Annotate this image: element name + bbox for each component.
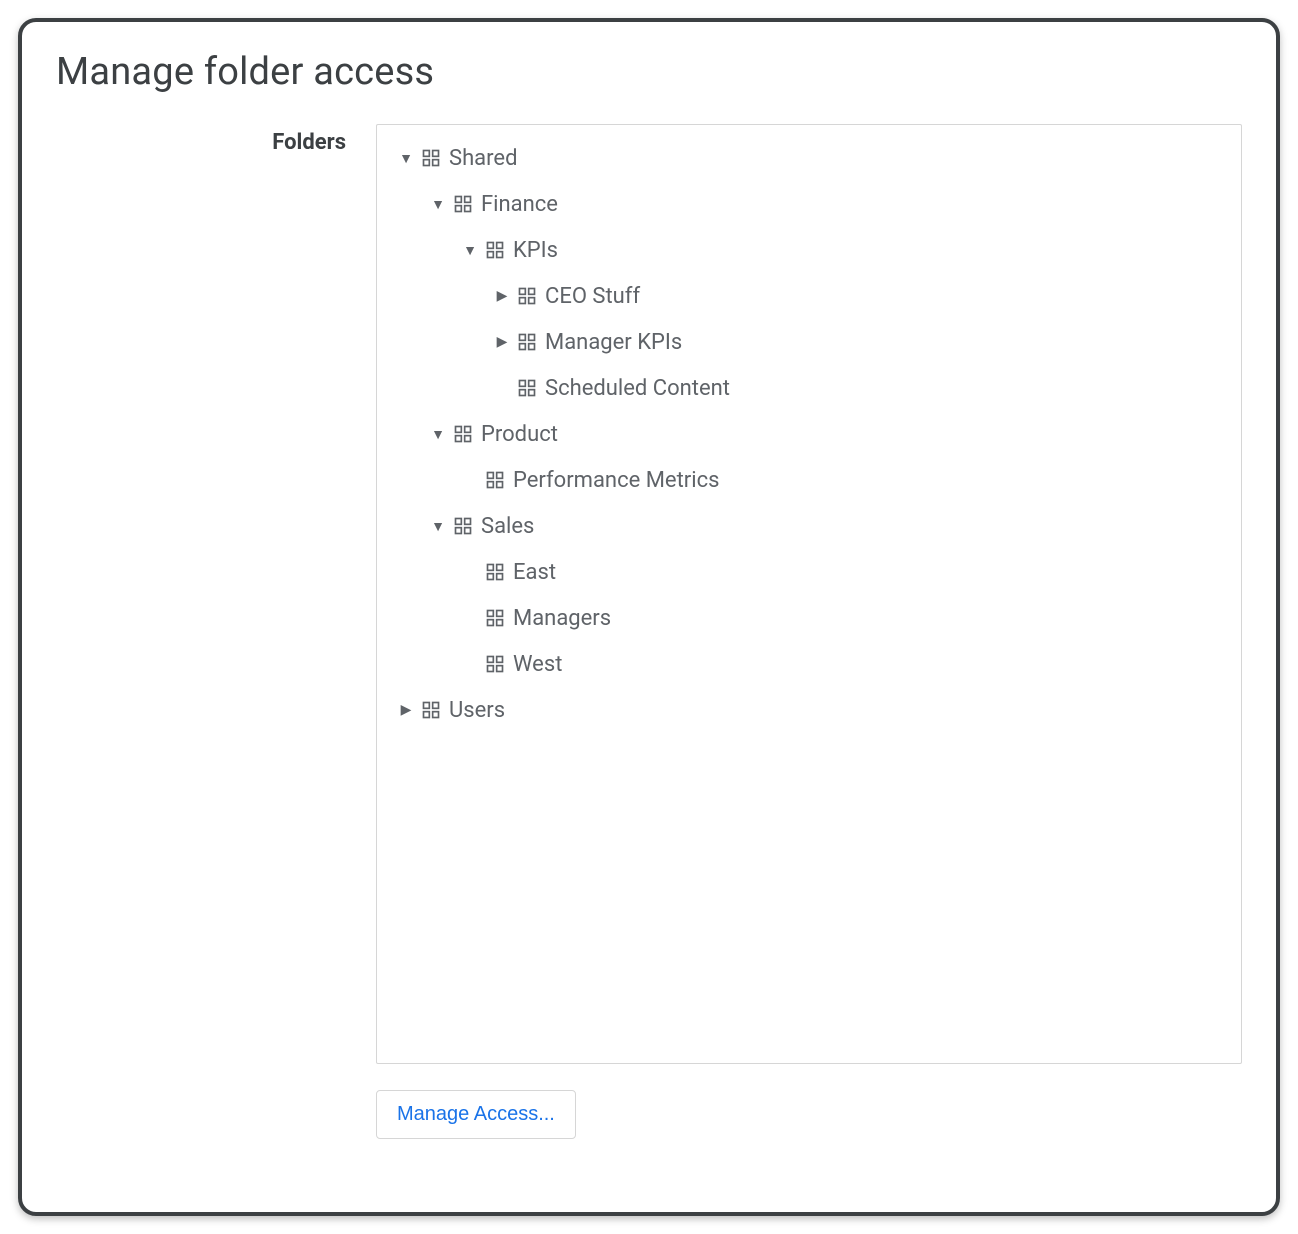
folder-tree[interactable]: ▼ Shared ▼ Finance ▼ KPIs ▶ CEO Stuff ▶ Manager K… (376, 124, 1242, 1064)
tree-node-label: East (513, 560, 556, 585)
tree-node[interactable]: ▶West (391, 641, 1227, 687)
folder-icon (485, 562, 505, 582)
chevron-down-icon[interactable]: ▼ (429, 518, 447, 535)
tree-node[interactable]: ▼ Product (391, 411, 1227, 457)
manage-access-button[interactable]: Manage Access... (376, 1090, 576, 1139)
tree-node[interactable]: ▼ Finance (391, 181, 1227, 227)
folder-icon (485, 608, 505, 628)
content-row: Folders ▼Shared▼Finance▼KPIs▶CEO Stuff▶M… (56, 124, 1242, 1174)
tree-node[interactable]: ▶Managers (391, 595, 1227, 641)
tree-node-label: Sales (481, 514, 534, 539)
tree-node[interactable]: ▶Performance Metrics (391, 457, 1227, 503)
label-column: Folders (56, 124, 376, 155)
page-title: Manage folder access (56, 50, 1242, 94)
tree-node-label: Users (449, 698, 505, 723)
chevron-down-icon[interactable]: ▼ (461, 242, 479, 259)
chevron-down-icon[interactable]: ▼ (429, 426, 447, 443)
tree-node-label: Product (481, 422, 558, 447)
folder-icon (485, 470, 505, 490)
tree-node-label: Manager KPIs (545, 330, 682, 355)
tree-node-label: Performance Metrics (513, 468, 719, 493)
tree-node-label: CEO Stuff (545, 284, 640, 309)
tree-node[interactable]: ▶ CEO Stuff (391, 273, 1227, 319)
folder-icon (453, 516, 473, 536)
button-row: Manage Access... (376, 1090, 1242, 1139)
chevron-down-icon[interactable]: ▼ (397, 150, 415, 167)
tree-node-label: West (513, 652, 562, 677)
folder-icon (421, 148, 441, 168)
tree-node-label: KPIs (513, 238, 558, 263)
chevron-right-icon[interactable]: ▶ (397, 702, 415, 718)
tree-node[interactable]: ▶Scheduled Content (391, 365, 1227, 411)
tree-node[interactable]: ▶East (391, 549, 1227, 595)
tree-node-label: Managers (513, 606, 611, 631)
chevron-down-icon[interactable]: ▼ (429, 196, 447, 213)
folder-icon (485, 654, 505, 674)
tree-node[interactable]: ▼ KPIs (391, 227, 1227, 273)
folder-icon (485, 240, 505, 260)
chevron-right-icon[interactable]: ▶ (493, 334, 511, 350)
folder-icon (517, 378, 537, 398)
tree-node[interactable]: ▼ Shared (391, 135, 1227, 181)
manage-folder-access-panel: Manage folder access Folders ▼ Shared ▼ Fin… (18, 18, 1280, 1216)
tree-node-label: Scheduled Content (545, 376, 730, 401)
chevron-right-icon[interactable]: ▶ (493, 288, 511, 304)
tree-node[interactable]: ▶ Users (391, 687, 1227, 733)
folder-icon (453, 194, 473, 214)
folder-icon (517, 332, 537, 352)
folder-icon (517, 286, 537, 306)
folder-icon (453, 424, 473, 444)
tree-node-label: Shared (449, 146, 517, 171)
folder-icon (421, 700, 441, 720)
tree-node[interactable]: ▶ Manager KPIs (391, 319, 1227, 365)
tree-node[interactable]: ▼ Sales (391, 503, 1227, 549)
tree-node-label: Finance (481, 192, 558, 217)
tree-column: ▼ Shared ▼ Finance ▼ KPIs ▶ CEO Stuff ▶ Manager K… (376, 124, 1242, 1139)
folders-label: Folders (272, 130, 346, 155)
